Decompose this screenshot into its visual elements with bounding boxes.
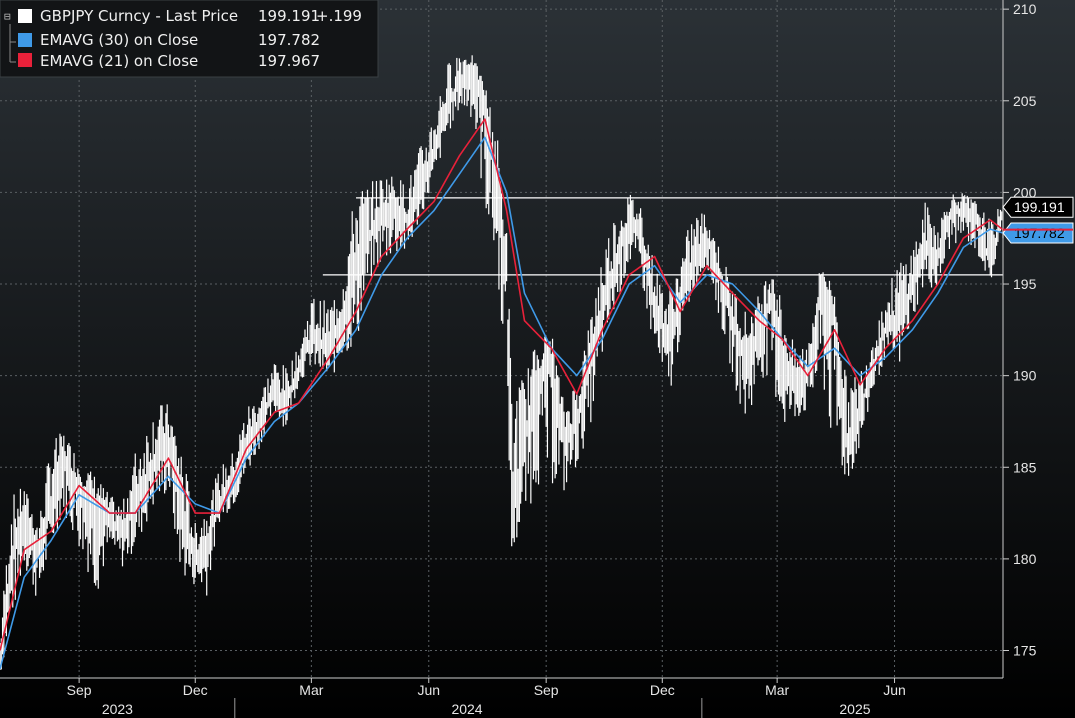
y-tick-label: 205 <box>1013 93 1037 109</box>
gbpjpy-price-chart: 175180185190195200205210Sep Dec Mar Jun Sep D… <box>0 0 1075 718</box>
legend-swatch-ema30 <box>18 33 32 47</box>
legend-change-price: +.199 <box>316 7 362 25</box>
year-label: 2023 <box>102 701 133 717</box>
y-tick-label: 210 <box>1013 1 1037 17</box>
y-tick-label: 180 <box>1013 551 1037 567</box>
y-tick-label: 185 <box>1013 459 1037 475</box>
x-tick-label: Jun <box>417 682 440 698</box>
y-tick-label: 175 <box>1013 643 1037 659</box>
year-label: 2025 <box>839 701 870 717</box>
legend-swatch-ema21 <box>18 53 32 67</box>
x-tick-label: Sep <box>534 682 559 698</box>
y-tick-label: 190 <box>1013 368 1037 384</box>
y-tick-label: 195 <box>1013 276 1037 292</box>
year-label: 2024 <box>451 701 482 717</box>
legend-value-ema21: 197.967 <box>258 52 320 70</box>
x-tick-label: Sep <box>67 682 92 698</box>
legend-label-price: GBPJPY Curncy - Last Price <box>40 7 238 25</box>
legend-swatch-price <box>18 9 32 23</box>
x-tick-label: Dec <box>650 682 675 698</box>
x-tick-label: Mar <box>765 682 789 698</box>
legend-value-price: 199.191 <box>258 7 320 25</box>
ema30-tag-text: 197.782 <box>1014 225 1065 241</box>
x-tick-label: Jun <box>883 682 906 698</box>
price-tag-text: 199.191 <box>1014 199 1065 215</box>
legend-value-ema30: 197.782 <box>258 31 320 49</box>
x-tick-label: Mar <box>299 682 323 698</box>
legend: ⊟ GBPJPY Curncy - Last Price 199.191 +.1… <box>0 0 379 78</box>
legend-label-ema21: EMAVG (21) on Close <box>40 52 198 70</box>
x-tick-label: Dec <box>183 682 208 698</box>
chart-container: 175 180 185 190 195 200 205 210 Sep Dec Mar Jun Sep D… <box>0 0 1075 718</box>
legend-label-ema30: EMAVG (30) on Close <box>40 31 198 49</box>
legend-collapse-icon[interactable]: ⊟ <box>4 10 11 23</box>
